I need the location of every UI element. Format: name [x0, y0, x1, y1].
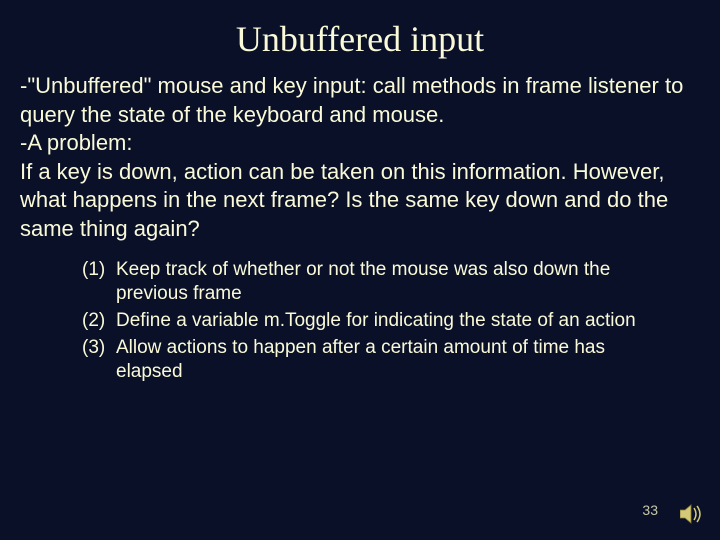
- list-text: Allow actions to happen after a certain …: [116, 336, 670, 385]
- list-item: (3) Allow actions to happen after a cert…: [82, 336, 670, 385]
- list-text: Define a variable m.Toggle for indicatin…: [116, 309, 670, 334]
- paragraph-3: If a key is down, action can be taken on…: [20, 158, 700, 244]
- list-text: Keep track of whether or not the mouse w…: [116, 258, 670, 307]
- slide: Unbuffered input -"Unbuffered" mouse and…: [0, 0, 720, 540]
- body-text: -"Unbuffered" mouse and key input: call …: [20, 72, 700, 244]
- list-marker: (3): [82, 336, 116, 385]
- paragraph-1: -"Unbuffered" mouse and key input: call …: [20, 72, 700, 129]
- list-marker: (2): [82, 309, 116, 334]
- paragraph-2: -A problem:: [20, 129, 700, 158]
- list-item: (2) Define a variable m.Toggle for indic…: [82, 309, 670, 334]
- speaker-icon[interactable]: [680, 504, 704, 524]
- slide-title: Unbuffered input: [20, 18, 700, 60]
- numbered-list: (1) Keep track of whether or not the mou…: [82, 258, 670, 385]
- list-item: (1) Keep track of whether or not the mou…: [82, 258, 670, 307]
- page-number: 33: [642, 502, 658, 518]
- list-marker: (1): [82, 258, 116, 307]
